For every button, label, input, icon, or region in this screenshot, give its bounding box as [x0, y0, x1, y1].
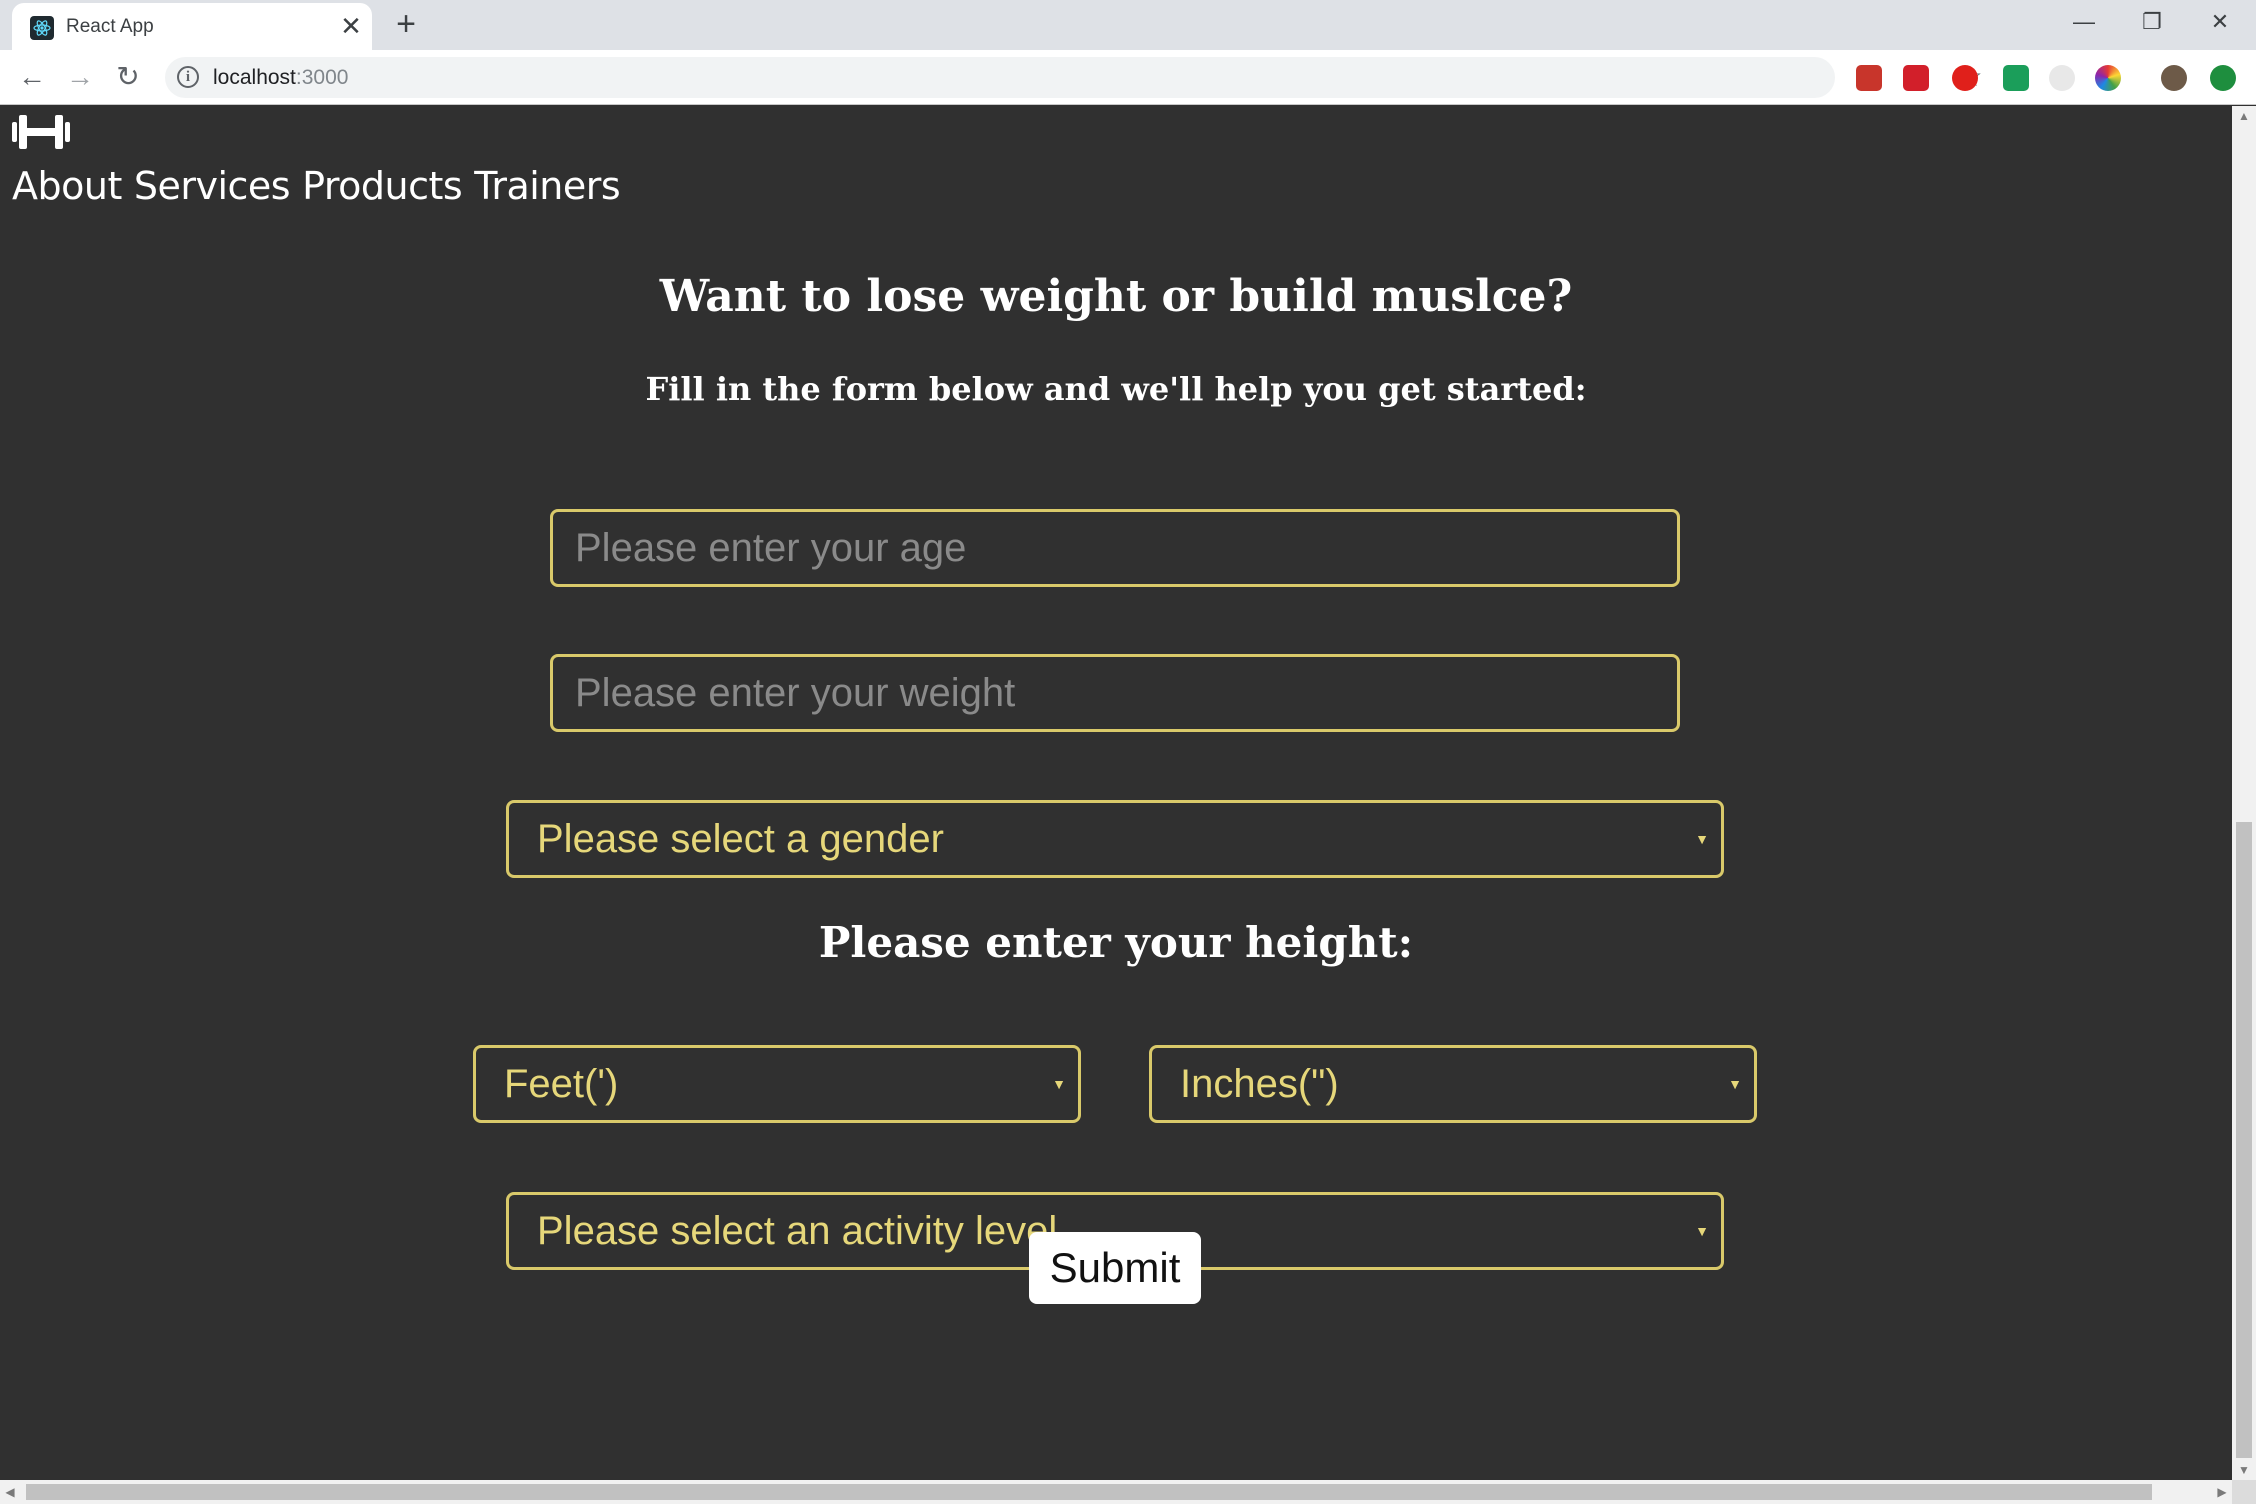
site-info-icon[interactable]: i — [177, 66, 199, 88]
extension-3-icon[interactable] — [1952, 65, 1978, 91]
browser-chrome: React App ✕ + — ❐ ✕ ← → ↻ i localhost:30… — [0, 0, 2256, 105]
browser-toolbar: ← → ↻ i localhost:3000 ☆ — [0, 50, 2256, 105]
chevron-down-icon: ▼ — [1728, 1076, 1742, 1092]
chevron-down-icon: ▼ — [1695, 1223, 1709, 1239]
react-favicon-icon — [30, 16, 54, 40]
extension-4-icon[interactable] — [2003, 65, 2029, 91]
url-host: localhost — [213, 66, 296, 89]
scrollbar-corner — [2232, 1480, 2256, 1504]
extension-1-icon[interactable] — [1856, 65, 1882, 91]
activity-select-value: Please select an activity level — [537, 1208, 1058, 1253]
inches-select-value: Inches(") — [1180, 1061, 1339, 1106]
tab-title: React App — [66, 16, 154, 37]
minimize-icon[interactable]: — — [2054, 4, 2114, 40]
main-nav: About Services Products Trainers — [12, 164, 621, 208]
inches-select[interactable]: Inches(") ▼ — [1149, 1045, 1757, 1123]
update-icon[interactable] — [2210, 65, 2236, 91]
scroll-right-arrow-icon[interactable]: ▶ — [2212, 1480, 2232, 1504]
form-subheading: Fill in the form below and we'll help yo… — [645, 370, 1587, 408]
scroll-up-arrow-icon[interactable]: ▲ — [2232, 106, 2256, 126]
age-input[interactable] — [550, 509, 1680, 587]
feet-select[interactable]: Feet(') ▼ — [473, 1045, 1081, 1123]
scroll-left-arrow-icon[interactable]: ◀ — [0, 1480, 20, 1504]
url-text[interactable]: localhost:3000 — [213, 66, 348, 90]
address-bar[interactable]: i localhost:3000 ☆ — [165, 57, 1983, 98]
nav-link-products[interactable]: Products — [302, 164, 463, 208]
horizontal-scrollbar[interactable]: ◀ ▶ — [0, 1480, 2232, 1504]
scroll-down-arrow-icon[interactable]: ▼ — [2232, 1460, 2256, 1480]
chevron-down-icon: ▼ — [1052, 1076, 1066, 1092]
window-close-icon[interactable]: ✕ — [2190, 4, 2250, 40]
extension-6-icon[interactable] — [2095, 65, 2121, 91]
tab-strip: React App ✕ + — ❐ ✕ — [0, 0, 2256, 50]
chevron-down-icon: ▼ — [1695, 831, 1709, 847]
profile-avatar[interactable] — [2161, 65, 2187, 91]
dumbbell-icon[interactable] — [12, 112, 70, 152]
url-port: :3000 — [295, 66, 349, 89]
extension-5-icon[interactable] — [2049, 65, 2075, 91]
vertical-scroll-thumb[interactable] — [2236, 822, 2252, 1458]
nav-link-services[interactable]: Services — [134, 164, 291, 208]
feet-select-value: Feet(') — [504, 1061, 619, 1106]
back-arrow-icon[interactable]: ← — [16, 62, 48, 94]
height-label: Please enter your height: — [818, 918, 1414, 967]
submit-button[interactable]: Submit — [1029, 1232, 1201, 1304]
forward-arrow-icon[interactable]: → — [64, 62, 96, 94]
tab-close-icon[interactable]: ✕ — [338, 13, 364, 39]
weight-input[interactable] — [550, 654, 1680, 732]
horizontal-scroll-thumb[interactable] — [26, 1484, 2152, 1500]
vertical-scrollbar[interactable]: ▲ ▼ — [2232, 106, 2256, 1480]
gender-select-value: Please select a gender — [537, 816, 944, 861]
extension-2-icon[interactable] — [1903, 65, 1929, 91]
restore-icon[interactable]: ❐ — [2122, 4, 2182, 40]
gender-select[interactable]: Please select a gender ▼ — [506, 800, 1724, 878]
form-heading: Want to lose weight or build muslce? — [659, 271, 1573, 322]
new-tab-button[interactable]: + — [390, 7, 422, 41]
nav-link-about[interactable]: About — [12, 164, 122, 208]
reload-icon[interactable]: ↻ — [112, 62, 144, 94]
browser-tab[interactable]: React App ✕ — [12, 3, 372, 50]
nav-link-trainers[interactable]: Trainers — [474, 164, 620, 208]
